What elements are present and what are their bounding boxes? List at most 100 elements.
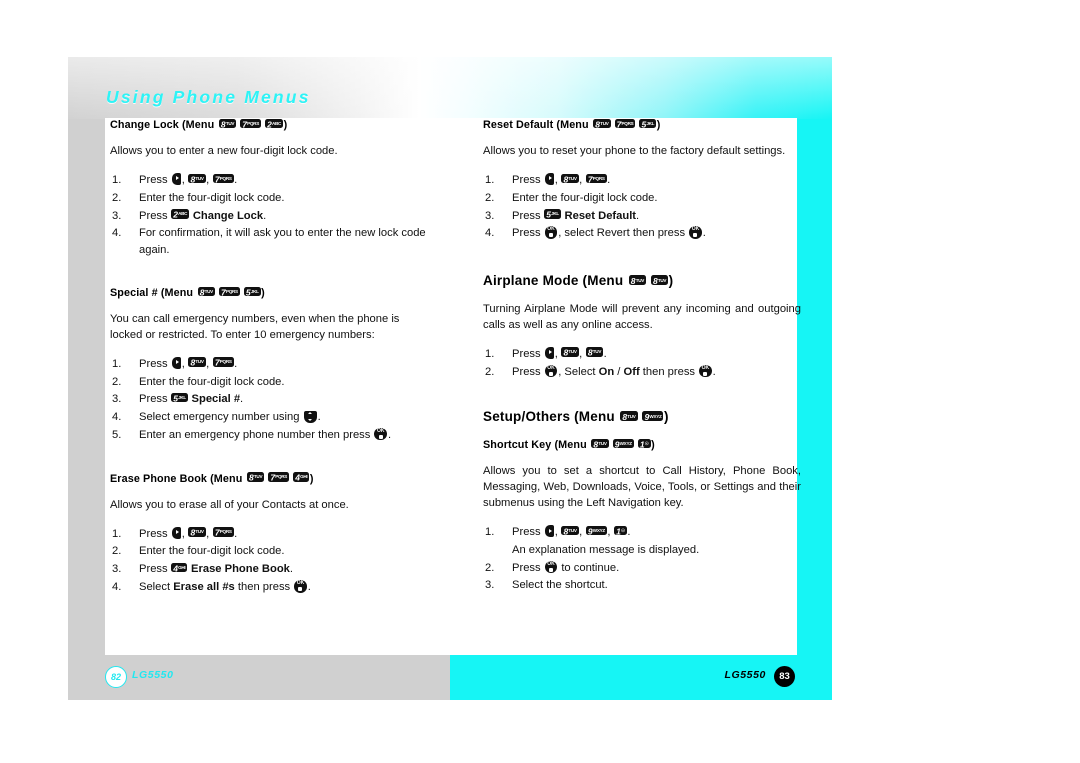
heading-suffix: ) [309, 472, 314, 485]
step-bold: Erase Phone Book [191, 563, 290, 576]
section-heading-special-number: Special # (Menu 8TUV 7PQRS 5JKL) [110, 286, 428, 300]
step-suffix: . [234, 357, 238, 370]
step-mid: , select Revert then press [558, 227, 686, 240]
ok-key-icon [544, 226, 558, 239]
step-text: Select emergency number using [139, 411, 300, 424]
section-body-airplane-mode: Turning Airplane Mode will prevent any i… [483, 303, 801, 331]
steps-special-number: Press , 8TUV, 7PQRS. Enter the four-digi… [110, 356, 428, 444]
menu-key-icon [171, 526, 181, 539]
step-text: Select the shortcut. [512, 579, 608, 592]
key-7-icon: 7PQRS [614, 118, 636, 129]
step-bold: Change Lock [192, 209, 264, 222]
heading-prefix: Setup/Others (Menu [483, 409, 615, 425]
step-text: Press [512, 561, 541, 574]
step-text: Press [512, 173, 541, 186]
step-text: Enter the four-digit lock code. [139, 191, 285, 204]
step-item: Press , 8TUV, 8TUV. [485, 346, 607, 363]
step-text: Press [512, 227, 541, 240]
book-spread: Using Phone Menus Change Lock (Menu 8TUV… [68, 57, 832, 700]
steps-reset-default: Press , 8TUV, 7PQRS. Enter the four-digi… [483, 172, 801, 242]
step-suffix: . [234, 527, 238, 540]
step-text: Press [139, 173, 168, 186]
section-setup-others: Setup/Others (Menu 8TUV 9WXYZ) Shortcut … [483, 409, 801, 594]
step-suffix: . [627, 526, 631, 539]
step-suffix: . [289, 563, 293, 576]
step-item: Select Erase all #s then press . [110, 579, 428, 596]
ok-key-icon [689, 226, 702, 239]
key-1-icon: 1☉ [637, 438, 651, 450]
step-suffix: . [702, 227, 706, 240]
steps-erase-phone-book: Press , 8TUV, 7PQRS. Enter the four-digi… [110, 526, 428, 596]
heading-prefix: Erase Phone Book (Menu [110, 472, 243, 485]
page-number-left: 82 [105, 666, 127, 688]
key-8-icon: 8TUV [197, 286, 215, 297]
page-title: Using Phone Menus [106, 87, 311, 107]
key-2-icon: 2ABC [171, 209, 190, 220]
step-item: Press 5JKL Reset Default. [483, 208, 801, 225]
step-suffix: . [263, 209, 267, 222]
step-item: Press , Select On / Off then press . [483, 364, 801, 381]
step-item: Press 5JKL Special #. [110, 391, 428, 408]
ok-key-icon [294, 580, 307, 593]
page-root: Using Phone Menus Change Lock (Menu 8TUV… [0, 0, 1080, 763]
key-8-icon: 8TUV [650, 275, 669, 287]
key-8-icon: 8TUV [620, 411, 638, 423]
step-bold: Reset Default [564, 209, 637, 222]
menu-key-icon [544, 525, 554, 538]
key-2-icon: 2ABC [265, 118, 284, 129]
step-note-text: An explanation message is displayed. [512, 543, 700, 556]
key-5-icon: 5JKL [171, 392, 188, 404]
menu-key-icon [544, 346, 554, 359]
section-heading-reset-default: Reset Default (Menu 8TUV 7PQRS 5JKL) [483, 118, 801, 132]
key-4-icon: 4GHI [293, 472, 310, 483]
section-erase-phone-book: Erase Phone Book (Menu 8TUV 7PQRS 4GHI) … [110, 472, 428, 596]
section-body-change-lock: Allows you to enter a new four-digit loc… [110, 145, 338, 158]
steps-setup-others: Press , 8TUV, 9WXYZ, 1☉. An explanation … [483, 524, 801, 594]
key-8-icon: 8TUV [561, 173, 579, 184]
heading-suffix: ) [668, 273, 674, 289]
heading-prefix: Change Lock (Menu [110, 119, 215, 131]
step-suffix: . [317, 411, 321, 424]
subsection-heading-shortcut-key: Shortcut Key (Menu 8TUV 9WXYZ 1☉) [483, 438, 801, 452]
section-heading-change-lock: Change Lock (Menu 8TUV 7PQRS 2ABC) [110, 118, 428, 132]
step-suffix: . [603, 347, 607, 360]
step-mid: then press [237, 581, 291, 594]
key-7-icon: 7PQRS [219, 286, 240, 297]
step-suffix: . [387, 428, 392, 441]
menu-key-icon [171, 356, 181, 369]
key-8-icon: 8TUV [247, 472, 265, 483]
steps-change-lock: Press , 8TUV, 7PQRS. Enter the four-digi… [110, 172, 428, 259]
key-7-icon: 7PQRS [585, 173, 607, 184]
key-4-icon: 4GHI [171, 562, 188, 574]
heading-suffix: ) [651, 439, 655, 452]
page-number-right: 83 [774, 666, 795, 687]
key-9-icon: 9WXYZ [612, 438, 634, 450]
step-item: Enter the four-digit lock code. [110, 374, 428, 391]
step-text: Enter an emergency phone number then pre… [139, 428, 371, 441]
page-footer: 82 LG5550 LG5550 83 [68, 655, 832, 700]
key-5-icon: 5JKL [243, 286, 261, 297]
step-item: Press , select Revert then press . [483, 225, 801, 242]
section-body-erase-phone-book: Allows you to erase all of your Contacts… [110, 498, 349, 511]
ok-key-icon [544, 364, 558, 378]
step-bold-on: On [598, 365, 615, 378]
step-text: Enter the four-digit lock code. [139, 375, 285, 388]
step-text: Press [139, 357, 168, 370]
footer-left: 82 LG5550 [68, 655, 450, 700]
heading-prefix: Airplane Mode (Menu [483, 273, 624, 289]
heading-prefix: Reset Default (Menu [483, 119, 589, 131]
key-8-icon: 8TUV [593, 118, 611, 129]
key-7-icon: 7PQRS [212, 527, 234, 538]
ok-key-icon [374, 427, 387, 441]
step-text: Select [139, 581, 171, 594]
key-8-icon: 8TUV [585, 347, 604, 358]
step-item: Press , 8TUV, 7PQRS. [112, 526, 238, 543]
key-8-icon: 8TUV [591, 438, 609, 450]
key-5-icon: 5JKL [544, 209, 561, 220]
step-bold-off: Off [623, 365, 640, 378]
heading-suffix: ) [283, 119, 288, 131]
step-item: Enter the four-digit lock code. [110, 543, 428, 560]
step-suffix: . [240, 393, 244, 406]
key-8-icon: 8TUV [218, 118, 237, 129]
step-item: Press , 8TUV, 7PQRS. [112, 172, 238, 189]
